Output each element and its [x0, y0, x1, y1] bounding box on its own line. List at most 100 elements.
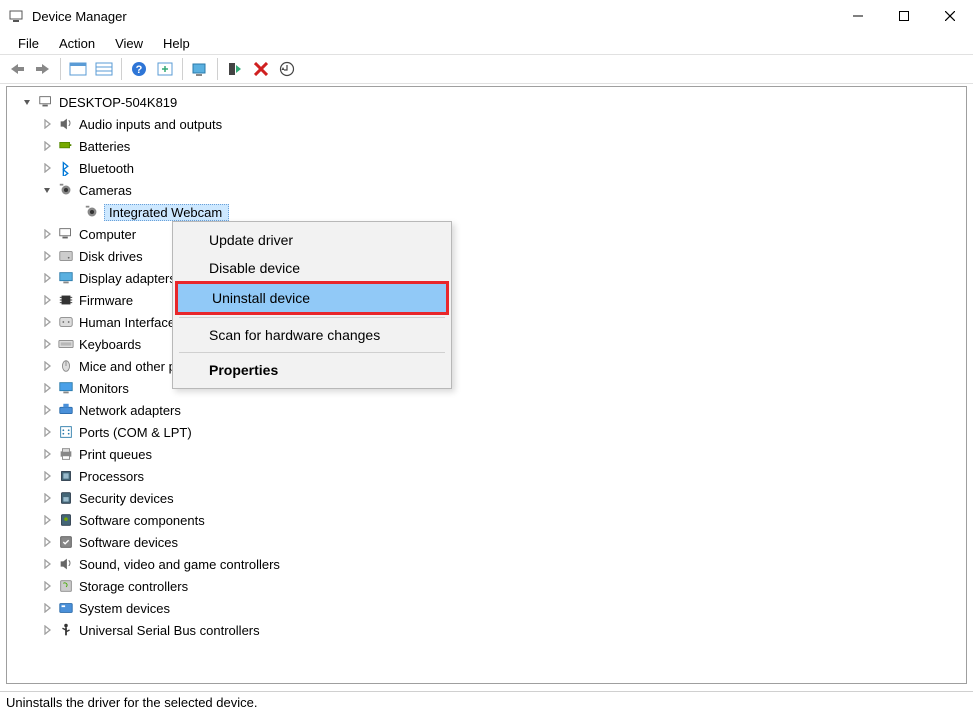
expand-icon[interactable] [39, 468, 55, 484]
context-uninstall-device[interactable]: Uninstall device [178, 284, 446, 312]
status-text: Uninstalls the driver for the selected d… [6, 695, 257, 710]
tree-category[interactable]: Software components [7, 509, 966, 531]
expand-icon[interactable] [39, 270, 55, 286]
expand-icon[interactable] [39, 358, 55, 374]
expand-icon[interactable] [39, 490, 55, 506]
svg-text:?: ? [136, 64, 143, 76]
context-disable-device[interactable]: Disable device [175, 254, 449, 282]
tree-category[interactable]: Universal Serial Bus controllers [7, 619, 966, 641]
expand-icon[interactable] [39, 402, 55, 418]
tool-button-5[interactable] [275, 57, 299, 81]
toolbar: ? [0, 54, 973, 84]
tree-node-label: Network adapters [79, 403, 187, 418]
expand-icon[interactable] [39, 138, 55, 154]
window-title: Device Manager [32, 9, 127, 24]
expand-icon[interactable] [39, 424, 55, 440]
tree-node-label: Software devices [79, 535, 184, 550]
close-button[interactable] [927, 0, 973, 32]
menu-help[interactable]: Help [153, 34, 200, 53]
tree-category[interactable]: Sound, video and game controllers [7, 553, 966, 575]
tool-button-4[interactable] [188, 57, 212, 81]
expand-icon[interactable] [39, 600, 55, 616]
tree-node-label: Software components [79, 513, 211, 528]
tree-category[interactable]: Print queues [7, 443, 966, 465]
expand-icon[interactable] [39, 380, 55, 396]
tree-category[interactable]: Audio inputs and outputs [7, 113, 966, 135]
tree-root[interactable]: DESKTOP-504K819 [7, 91, 966, 113]
expand-icon[interactable] [39, 248, 55, 264]
scan-button[interactable] [223, 57, 247, 81]
tree-category[interactable]: Storage controllers [7, 575, 966, 597]
maximize-button[interactable] [881, 0, 927, 32]
tree-category[interactable]: Human Interface Devices [7, 311, 966, 333]
tree-node-label: Disk drives [79, 249, 149, 264]
context-properties[interactable]: Properties [175, 356, 449, 384]
tree-category[interactable]: Processors [7, 465, 966, 487]
tree-category[interactable]: System devices [7, 597, 966, 619]
cpu-icon [57, 467, 75, 485]
back-button[interactable] [5, 57, 29, 81]
context-scan-hardware[interactable]: Scan for hardware changes [175, 321, 449, 349]
tree-node-label: Integrated Webcam [104, 204, 229, 221]
collapse-icon[interactable] [39, 182, 55, 198]
tree-node-label: Batteries [79, 139, 136, 154]
expand-icon[interactable] [39, 446, 55, 462]
expand-icon[interactable] [39, 336, 55, 352]
tree-category[interactable]: Bluetooth [7, 157, 966, 179]
camera-icon [57, 181, 75, 199]
collapse-icon[interactable] [19, 94, 35, 110]
printer-icon [57, 445, 75, 463]
menu-action[interactable]: Action [49, 34, 105, 53]
expand-icon[interactable] [39, 292, 55, 308]
forward-button[interactable] [31, 57, 55, 81]
tree-category[interactable]: Ports (COM & LPT) [7, 421, 966, 443]
tree-category[interactable]: Network adapters [7, 399, 966, 421]
tree-node-label: Security devices [79, 491, 180, 506]
expand-icon[interactable] [39, 116, 55, 132]
tree-node-label: Sound, video and game controllers [79, 557, 286, 572]
tool-button-2[interactable] [92, 57, 116, 81]
menu-view[interactable]: View [105, 34, 153, 53]
usb-icon [57, 621, 75, 639]
device-tree-container[interactable]: DESKTOP-504K819Audio inputs and outputs B… [6, 86, 967, 684]
tree-node-label: Processors [79, 469, 150, 484]
context-menu: Update driver Disable device Uninstall d… [172, 221, 452, 389]
expand-icon[interactable] [39, 534, 55, 550]
system-icon [57, 599, 75, 617]
tree-node-label: Keyboards [79, 337, 147, 352]
pc-icon [57, 225, 75, 243]
tree-category[interactable]: Disk drives [7, 245, 966, 267]
tree-node-label: Computer [79, 227, 142, 242]
expand-icon[interactable] [39, 226, 55, 242]
tree-category[interactable]: Mice and other pointing devices [7, 355, 966, 377]
expand-icon[interactable] [39, 314, 55, 330]
tree-category[interactable]: Firmware [7, 289, 966, 311]
tool-button-1[interactable] [66, 57, 90, 81]
expand-icon[interactable] [39, 556, 55, 572]
display-icon [57, 269, 75, 287]
statusbar: Uninstalls the driver for the selected d… [0, 691, 973, 713]
tree-category[interactable]: Display adapters [7, 267, 966, 289]
expand-icon[interactable] [39, 512, 55, 528]
tree-category[interactable]: Cameras [7, 179, 966, 201]
security-icon [57, 489, 75, 507]
expand-icon[interactable] [39, 578, 55, 594]
tree-category[interactable]: Batteries [7, 135, 966, 157]
tree-category[interactable]: Monitors [7, 377, 966, 399]
tree-device[interactable]: Integrated Webcam [7, 201, 966, 223]
expand-icon[interactable] [39, 622, 55, 638]
expand-icon[interactable] [39, 160, 55, 176]
uninstall-button[interactable] [249, 57, 273, 81]
speaker-icon [57, 115, 75, 133]
softdev-icon [57, 533, 75, 551]
tree-category[interactable]: Keyboards [7, 333, 966, 355]
tool-button-3[interactable] [153, 57, 177, 81]
minimize-button[interactable] [835, 0, 881, 32]
context-update-driver[interactable]: Update driver [175, 226, 449, 254]
menu-file[interactable]: File [8, 34, 49, 53]
tree-category[interactable]: Software devices [7, 531, 966, 553]
tree-category[interactable]: Computer [7, 223, 966, 245]
titlebar: Device Manager [0, 0, 973, 32]
tree-category[interactable]: Security devices [7, 487, 966, 509]
help-button[interactable]: ? [127, 57, 151, 81]
